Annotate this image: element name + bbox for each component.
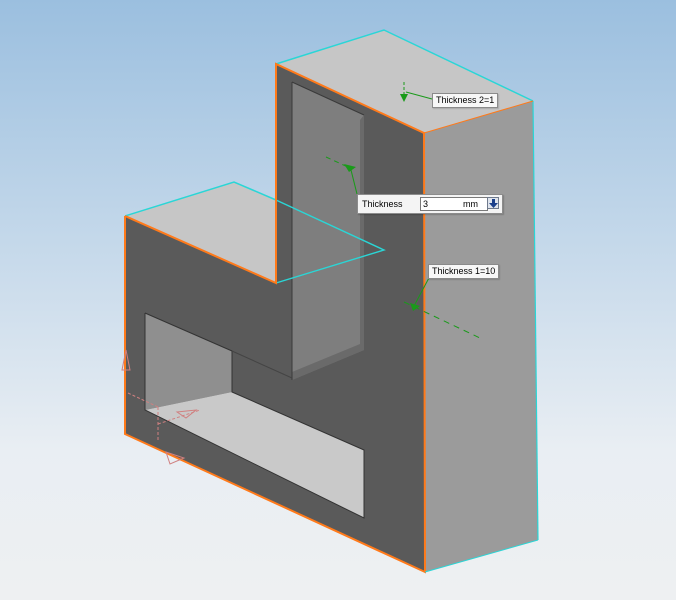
thickness-dropdown-button[interactable] [487,197,499,209]
thickness-input-box: Thickness 3 mm [357,194,503,214]
arrow-down-icon [489,199,498,208]
thickness-value-field[interactable]: 3 mm [420,197,488,211]
pocket-back-wall [292,82,364,380]
right-side-face[interactable] [424,101,538,572]
thickness-1-callout[interactable]: Thickness 1=10 [428,264,500,279]
3d-viewport[interactable]: Thickness 2=1 Thickness 1=10 Thickness 3… [0,0,676,600]
thickness-value[interactable]: 3 [423,199,428,209]
thickness-label: Thickness [362,199,403,209]
cad-model[interactable] [0,0,676,600]
thickness-2-callout[interactable]: Thickness 2=1 [432,93,499,108]
thickness-unit: mm [463,199,478,209]
